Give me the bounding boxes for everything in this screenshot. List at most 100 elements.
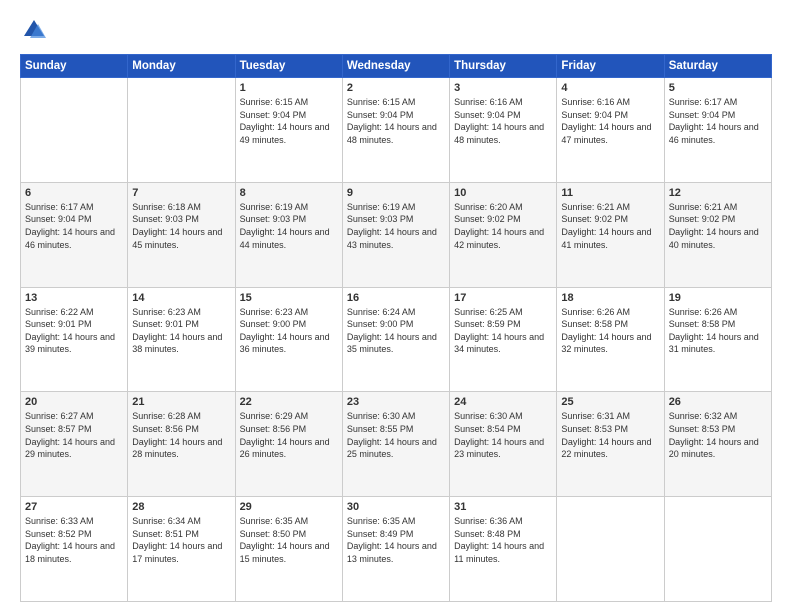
calendar-body: 1 Sunrise: 6:15 AM Sunset: 9:04 PM Daylig… <box>21 78 772 602</box>
day-cell <box>664 497 771 602</box>
day-cell: 2 Sunrise: 6:15 AM Sunset: 9:04 PM Daylig… <box>342 78 449 183</box>
day-info: Sunrise: 6:24 AM Sunset: 9:00 PM Dayligh… <box>347 306 445 356</box>
day-info: Sunrise: 6:22 AM Sunset: 9:01 PM Dayligh… <box>25 306 123 356</box>
day-number: 2 <box>347 82 445 94</box>
day-number: 4 <box>561 82 659 94</box>
day-number: 22 <box>240 396 338 408</box>
day-info: Sunrise: 6:35 AM Sunset: 8:50 PM Dayligh… <box>240 515 338 565</box>
day-number: 13 <box>25 292 123 304</box>
day-cell: 20 Sunrise: 6:27 AM Sunset: 8:57 PM Dayli… <box>21 392 128 497</box>
col-header-thursday: Thursday <box>450 55 557 78</box>
day-cell <box>128 78 235 183</box>
day-cell: 14Sunrise: 6:23 AM Sunset: 9:01 PM Dayli… <box>128 287 235 392</box>
day-info: Sunrise: 6:23 AM Sunset: 9:01 PM Dayligh… <box>132 306 230 356</box>
day-cell: 8 Sunrise: 6:19 AM Sunset: 9:03 PM Daylig… <box>235 182 342 287</box>
day-info: Sunrise: 6:15 AM Sunset: 9:04 PM Dayligh… <box>347 96 445 146</box>
day-cell: 13 Sunrise: 6:22 AM Sunset: 9:01 PM Dayli… <box>21 287 128 392</box>
day-cell: 1Sunrise: 6:15 AM Sunset: 9:04 PM Daylig… <box>235 78 342 183</box>
calendar-header: SundayMondayTuesdayWednesdayThursdayFrid… <box>21 55 772 78</box>
day-cell <box>21 78 128 183</box>
week-row-5: 27 Sunrise: 6:33 AM Sunset: 8:52 PM Dayli… <box>21 497 772 602</box>
day-number: 12 <box>669 187 767 199</box>
day-number: 7 <box>132 187 230 199</box>
day-number: 19 <box>669 292 767 304</box>
day-info: Sunrise: 6:32 AM Sunset: 8:53 PM Dayligh… <box>669 410 767 460</box>
page: SundayMondayTuesdayWednesdayThursdayFrid… <box>0 0 792 612</box>
day-info: Sunrise: 6:36 AM Sunset: 8:48 PM Dayligh… <box>454 515 552 565</box>
day-cell: 10Sunrise: 6:20 AM Sunset: 9:02 PM Dayli… <box>450 182 557 287</box>
day-cell: 31 Sunrise: 6:36 AM Sunset: 8:48 PM Dayli… <box>450 497 557 602</box>
day-cell: 23 Sunrise: 6:30 AM Sunset: 8:55 PM Dayli… <box>342 392 449 497</box>
day-number: 28 <box>132 501 230 513</box>
day-info: Sunrise: 6:18 AM Sunset: 9:03 PM Dayligh… <box>132 201 230 251</box>
day-number: 5 <box>669 82 767 94</box>
day-number: 9 <box>347 187 445 199</box>
day-number: 21 <box>132 396 230 408</box>
day-info: Sunrise: 6:16 AM Sunset: 9:04 PM Dayligh… <box>454 96 552 146</box>
col-header-monday: Monday <box>128 55 235 78</box>
day-number: 30 <box>347 501 445 513</box>
day-cell: 6 Sunrise: 6:17 AM Sunset: 9:04 PM Daylig… <box>21 182 128 287</box>
day-cell: 15 Sunrise: 6:23 AM Sunset: 9:00 PM Dayli… <box>235 287 342 392</box>
day-info: Sunrise: 6:17 AM Sunset: 9:04 PM Dayligh… <box>25 201 123 251</box>
day-info: Sunrise: 6:25 AM Sunset: 8:59 PM Dayligh… <box>454 306 552 356</box>
day-number: 8 <box>240 187 338 199</box>
day-number: 18 <box>561 292 659 304</box>
day-cell: 11 Sunrise: 6:21 AM Sunset: 9:02 PM Dayli… <box>557 182 664 287</box>
week-row-4: 20 Sunrise: 6:27 AM Sunset: 8:57 PM Dayli… <box>21 392 772 497</box>
header-row: SundayMondayTuesdayWednesdayThursdayFrid… <box>21 55 772 78</box>
day-info: Sunrise: 6:30 AM Sunset: 8:54 PM Dayligh… <box>454 410 552 460</box>
day-number: 1 <box>240 82 338 94</box>
day-cell: 21 Sunrise: 6:28 AM Sunset: 8:56 PM Dayli… <box>128 392 235 497</box>
day-number: 15 <box>240 292 338 304</box>
day-number: 27 <box>25 501 123 513</box>
day-info: Sunrise: 6:19 AM Sunset: 9:03 PM Dayligh… <box>347 201 445 251</box>
day-number: 3 <box>454 82 552 94</box>
day-number: 11 <box>561 187 659 199</box>
calendar-table: SundayMondayTuesdayWednesdayThursdayFrid… <box>20 54 772 602</box>
day-info: Sunrise: 6:21 AM Sunset: 9:02 PM Dayligh… <box>669 201 767 251</box>
day-number: 10 <box>454 187 552 199</box>
day-info: Sunrise: 6:28 AM Sunset: 8:56 PM Dayligh… <box>132 410 230 460</box>
day-cell: 16Sunrise: 6:24 AM Sunset: 9:00 PM Dayli… <box>342 287 449 392</box>
day-info: Sunrise: 6:19 AM Sunset: 9:03 PM Dayligh… <box>240 201 338 251</box>
day-cell: 4 Sunrise: 6:16 AM Sunset: 9:04 PM Daylig… <box>557 78 664 183</box>
day-cell: 28 Sunrise: 6:34 AM Sunset: 8:51 PM Dayli… <box>128 497 235 602</box>
day-number: 17 <box>454 292 552 304</box>
day-info: Sunrise: 6:16 AM Sunset: 9:04 PM Dayligh… <box>561 96 659 146</box>
day-info: Sunrise: 6:17 AM Sunset: 9:04 PM Dayligh… <box>669 96 767 146</box>
day-info: Sunrise: 6:23 AM Sunset: 9:00 PM Dayligh… <box>240 306 338 356</box>
col-header-wednesday: Wednesday <box>342 55 449 78</box>
week-row-2: 6 Sunrise: 6:17 AM Sunset: 9:04 PM Daylig… <box>21 182 772 287</box>
day-info: Sunrise: 6:21 AM Sunset: 9:02 PM Dayligh… <box>561 201 659 251</box>
day-cell: 3 Sunrise: 6:16 AM Sunset: 9:04 PM Daylig… <box>450 78 557 183</box>
day-number: 24 <box>454 396 552 408</box>
day-number: 20 <box>25 396 123 408</box>
day-info: Sunrise: 6:27 AM Sunset: 8:57 PM Dayligh… <box>25 410 123 460</box>
header <box>20 16 772 44</box>
day-number: 31 <box>454 501 552 513</box>
col-header-sunday: Sunday <box>21 55 128 78</box>
day-number: 26 <box>669 396 767 408</box>
day-number: 6 <box>25 187 123 199</box>
day-cell: 19Sunrise: 6:26 AM Sunset: 8:58 PM Dayli… <box>664 287 771 392</box>
day-info: Sunrise: 6:30 AM Sunset: 8:55 PM Dayligh… <box>347 410 445 460</box>
day-cell: 17 Sunrise: 6:25 AM Sunset: 8:59 PM Dayli… <box>450 287 557 392</box>
day-cell: 5 Sunrise: 6:17 AM Sunset: 9:04 PM Daylig… <box>664 78 771 183</box>
day-cell: 7 Sunrise: 6:18 AM Sunset: 9:03 PM Daylig… <box>128 182 235 287</box>
logo <box>20 16 52 44</box>
day-info: Sunrise: 6:34 AM Sunset: 8:51 PM Dayligh… <box>132 515 230 565</box>
week-row-1: 1 Sunrise: 6:15 AM Sunset: 9:04 PM Daylig… <box>21 78 772 183</box>
day-cell: 12 Sunrise: 6:21 AM Sunset: 9:02 PM Dayli… <box>664 182 771 287</box>
day-info: Sunrise: 6:33 AM Sunset: 8:52 PM Dayligh… <box>25 515 123 565</box>
col-header-tuesday: Tuesday <box>235 55 342 78</box>
col-header-friday: Friday <box>557 55 664 78</box>
day-info: Sunrise: 6:29 AM Sunset: 8:56 PM Dayligh… <box>240 410 338 460</box>
day-cell: 29Sunrise: 6:35 AM Sunset: 8:50 PM Dayli… <box>235 497 342 602</box>
col-header-saturday: Saturday <box>664 55 771 78</box>
week-row-3: 13 Sunrise: 6:22 AM Sunset: 9:01 PM Dayli… <box>21 287 772 392</box>
day-cell <box>557 497 664 602</box>
day-info: Sunrise: 6:26 AM Sunset: 8:58 PM Dayligh… <box>561 306 659 356</box>
day-info: Sunrise: 6:35 AM Sunset: 8:49 PM Dayligh… <box>347 515 445 565</box>
day-number: 23 <box>347 396 445 408</box>
